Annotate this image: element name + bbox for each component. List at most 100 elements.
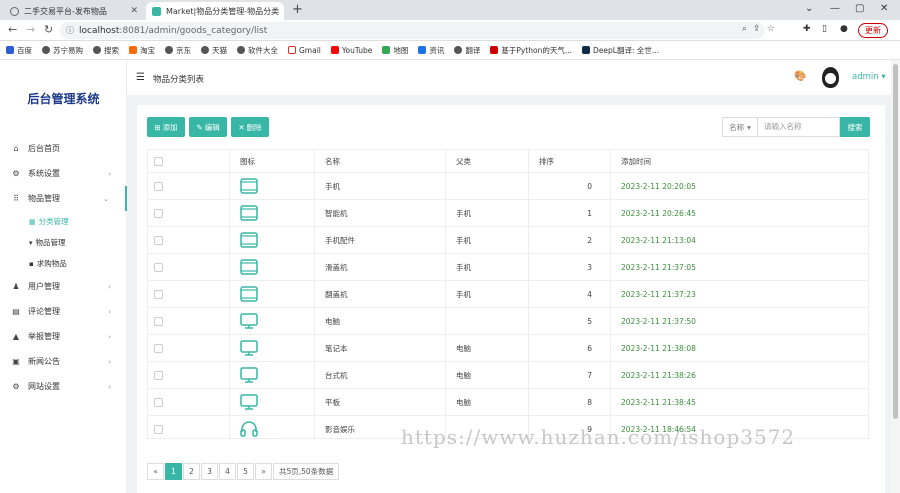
menu-toggle-icon[interactable]: ☰: [136, 72, 145, 83]
bookmark[interactable]: 翻译: [454, 45, 480, 56]
new-tab-icon[interactable]: +: [292, 2, 303, 17]
row-checkbox[interactable]: [154, 289, 163, 299]
category-parent: 电脑: [446, 389, 529, 415]
browser-tab-2[interactable]: Market|物品分类管理-物品分类 ✕: [146, 2, 284, 20]
card-icon: ▪: [29, 259, 34, 268]
monitor-icon: [240, 367, 258, 383]
search-input[interactable]: 请输入名称: [758, 117, 840, 137]
close-tab-icon[interactable]: ✕: [279, 6, 284, 16]
category-time-cell: 2023-2-11 21:38:26: [611, 362, 868, 388]
reload-icon[interactable]: ↻: [44, 23, 53, 36]
chevron-right-icon: ›: [108, 282, 111, 291]
sidebar-subitem-category[interactable]: ▦ 分类管理: [0, 211, 127, 232]
category-parent: 手机: [446, 254, 529, 280]
bookmark[interactable]: Gmail: [288, 46, 321, 55]
table-row[interactable]: 台式机 电脑 7 2023-2-11 21:38:26: [148, 362, 868, 389]
sidebar-item-site[interactable]: ⚙ 网站设置 ›: [0, 374, 127, 399]
h-site-icon: [490, 46, 499, 54]
table-row[interactable]: 滑盖机 手机 3 2023-2-11 21:37:05: [148, 254, 868, 281]
sidebar-item-comments[interactable]: ▤ 评论管理 ›: [0, 299, 127, 324]
update-button[interactable]: 更新: [858, 23, 888, 38]
plus-icon: ⊞: [154, 122, 161, 132]
back-icon[interactable]: ←: [8, 23, 17, 36]
url-action-icons[interactable]: ⌕⇪☆: [742, 24, 781, 34]
row-checkbox[interactable]: [154, 316, 163, 326]
minimize-icon[interactable]: —: [830, 3, 840, 14]
bookmark[interactable]: 京东: [165, 45, 191, 56]
table-row[interactable]: 电脑 5 2023-2-11 21:37:50: [148, 308, 868, 335]
bookmark[interactable]: DeepL翻译: 全世...: [582, 45, 659, 56]
chevron-down-icon[interactable]: ⌄: [805, 3, 813, 14]
row-checkbox[interactable]: [154, 370, 163, 380]
table-row[interactable]: 手机配件 手机 2 2023-2-11 21:13:04: [148, 227, 868, 254]
sidebar-item-home[interactable]: ⌂ 后台首页: [0, 136, 127, 161]
sidepanel-icon[interactable]: ▯: [822, 24, 827, 34]
bookmark[interactable]: 淘宝: [129, 45, 155, 56]
extension-icon[interactable]: ✚: [803, 24, 811, 34]
sidebar-item-news[interactable]: ▣ 新闻公告 ›: [0, 349, 127, 374]
bookmark[interactable]: 软件大全: [237, 45, 278, 56]
close-tab-icon[interactable]: ✕: [126, 6, 138, 16]
table-row[interactable]: 笔记本 电脑 6 2023-2-11 21:38:08: [148, 335, 868, 362]
category-time-cell: 2023-2-11 21:38:45: [611, 389, 868, 415]
sidebar-item-reports[interactable]: ▲ 举报管理 ›: [0, 324, 127, 349]
bookmark[interactable]: 资讯: [418, 45, 444, 56]
browser-tab-1[interactable]: 二手交易平台-发布物品 ✕: [4, 2, 144, 20]
category-name: 手机: [315, 173, 446, 199]
row-checkbox[interactable]: [154, 181, 163, 191]
page-button[interactable]: 4: [219, 463, 236, 480]
bookmark[interactable]: 搜索: [93, 45, 119, 56]
avatar[interactable]: [822, 67, 839, 88]
scrollbar-thumb[interactable]: [893, 64, 898, 419]
table-row[interactable]: 智能机 手机 1 2023-2-11 20:26:45: [148, 200, 868, 227]
row-checkbox[interactable]: [154, 235, 163, 245]
category-parent: [446, 308, 529, 334]
globe-icon: [93, 46, 101, 54]
edit-button[interactable]: ✎ 编辑: [189, 117, 227, 137]
sidebar-subitem-goods[interactable]: ▾ 物品管理: [0, 232, 127, 253]
delete-button[interactable]: ✕ 删除: [231, 117, 269, 137]
page-button[interactable]: 1: [165, 463, 182, 480]
url-host: localhost: [79, 25, 120, 36]
page-button[interactable]: 3: [201, 463, 218, 480]
column-header-icon: 图标: [230, 150, 315, 172]
user-menu[interactable]: admin ▾: [852, 72, 886, 82]
maximize-icon[interactable]: ▢: [855, 3, 864, 14]
page-button[interactable]: 2: [183, 463, 200, 480]
users-icon: ♟: [12, 282, 20, 291]
bookmark[interactable]: 苏宁易购: [42, 45, 83, 56]
prev-page-button[interactable]: «: [147, 463, 164, 480]
category-time: 2023-2-11 21:37:23: [621, 289, 696, 299]
row-checkbox[interactable]: [154, 343, 163, 353]
deepl-icon: [582, 46, 591, 54]
page-scrollbar[interactable]: [891, 60, 900, 493]
profile-icon[interactable]: ●: [840, 24, 848, 34]
add-button[interactable]: ⊞ 添加: [147, 117, 185, 137]
bookmark[interactable]: YouTube: [330, 46, 372, 55]
search-field-select[interactable]: 名称 ▾: [722, 117, 758, 137]
close-window-icon[interactable]: ✕: [880, 3, 888, 14]
bookmark[interactable]: 地图: [382, 45, 408, 56]
bookmarks-bar: 百度 苏宁易购 搜索 淘宝 京东 天猫 软件大全 Gmail YouTube 地…: [0, 41, 900, 60]
page-button[interactable]: 5: [237, 463, 254, 480]
bookmark[interactable]: 基于Python的天气...: [490, 45, 572, 56]
search-button[interactable]: 搜索: [840, 117, 870, 137]
next-page-button[interactable]: »: [255, 463, 272, 480]
sidebar-item-users[interactable]: ♟ 用户管理 ›: [0, 274, 127, 299]
row-checkbox[interactable]: [154, 262, 163, 272]
select-all-checkbox[interactable]: [154, 156, 163, 166]
bookmark[interactable]: 百度: [6, 45, 32, 56]
table-row[interactable]: 手机 0 2023-2-11 20:20:05: [148, 173, 868, 200]
table-row[interactable]: 翻盖机 手机 4 2023-2-11 21:37:23: [148, 281, 868, 308]
bookmark[interactable]: 天猫: [201, 45, 227, 56]
sidebar-subitem-wanted[interactable]: ▪ 求购物品: [0, 253, 127, 274]
row-checkbox[interactable]: [154, 424, 163, 434]
sidebar-item-goods[interactable]: ⠿ 物品管理 ⌄: [0, 186, 127, 211]
sidebar-item-system[interactable]: ⚙ 系统设置 ›: [0, 161, 127, 186]
palette-icon[interactable]: 🎨: [794, 71, 806, 82]
table-row[interactable]: 平板 电脑 8 2023-2-11 21:38:45: [148, 389, 868, 416]
row-checkbox[interactable]: [154, 397, 163, 407]
row-checkbox[interactable]: [154, 208, 163, 218]
url-field[interactable]: ⓘ localhost:8081/admin/goods_category/li…: [60, 22, 765, 39]
forward-icon[interactable]: →: [26, 23, 35, 36]
